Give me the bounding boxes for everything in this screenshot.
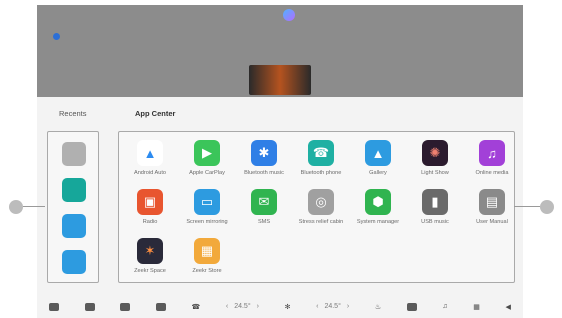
temp-increase-icon[interactable]: › (257, 303, 259, 310)
app-item[interactable]: ☎ Bluetooth phone (292, 140, 350, 177)
media-icon[interactable] (406, 302, 417, 311)
usb-icon: ▮ (422, 189, 448, 215)
app-item[interactable]: ✶ Zeekr Space (121, 238, 179, 275)
bluetooth-icon: ✱ (251, 140, 277, 166)
home-icon[interactable] (49, 302, 59, 311)
app-item[interactable]: ▦ Zeekr Store (178, 238, 236, 275)
app-center-sheet: Recents App Center ▲ Android Auto ▶ Apple C… (37, 97, 523, 318)
app-item[interactable]: ✱ Bluetooth music (235, 140, 293, 177)
app-label: Bluetooth music (244, 170, 284, 176)
zeekr-store-icon: ▦ (194, 238, 220, 264)
radio-icon: ▣ (137, 189, 163, 215)
app-item[interactable]: ✉ SMS (235, 189, 293, 226)
app-label: Apple CarPlay (189, 170, 225, 176)
app-label: Online media (475, 170, 509, 176)
app-item[interactable]: ▤ User Manual (463, 189, 521, 226)
apps-panel: ▲ Android Auto ▶ Apple CarPlay ✱ Bluetooth mu… (118, 131, 515, 283)
app-dot-icon (53, 33, 60, 40)
app-label: Android Auto (133, 170, 167, 176)
driver-temp-control[interactable]: ‹ 24.5° › (226, 303, 259, 310)
sub-left (53, 33, 63, 40)
recents-title: Recents (59, 109, 87, 118)
seat-icon[interactable] (120, 302, 131, 311)
infotainment-screen: Recents App Center ▲ Android Auto ▶ Apple C… (37, 5, 523, 318)
app-label: Bluetooth phone (300, 170, 342, 176)
apple-carplay-icon: ▶ (194, 140, 220, 166)
app-label: Light Show (421, 170, 449, 176)
gallery-icon[interactable] (62, 214, 86, 238)
screen-mirroring-icon: ▭ (194, 189, 220, 215)
app-label: Gallery (369, 170, 387, 176)
background-home-area (37, 5, 523, 97)
callout-line-right (514, 206, 540, 207)
app-grid-icon[interactable]: ▦ (473, 303, 480, 311)
app-label: USB music (421, 219, 449, 225)
temp-increase-icon[interactable]: › (347, 303, 349, 310)
callout-line-left (23, 206, 45, 207)
temp-decrease-icon[interactable]: ‹ (316, 303, 318, 310)
sms-icon: ✉ (251, 189, 277, 215)
recents-panel (47, 131, 99, 283)
bluetooth-phone-icon: ☎ (308, 140, 334, 166)
app-label: Screen mirroring (186, 219, 228, 225)
header-sub-row (53, 33, 507, 40)
app-label: Radio (142, 219, 158, 225)
app-item[interactable]: ▶ Apple CarPlay (178, 140, 236, 177)
phone-icon[interactable]: ☎ (192, 303, 201, 311)
app-label: Zeekr Store (192, 268, 222, 274)
fan-icon[interactable]: ✻ (285, 303, 291, 311)
app-item[interactable]: ♫ Online media (463, 140, 521, 177)
system-manager-icon: ⬢ (365, 189, 391, 215)
seat-heat-icon[interactable]: ♨ (375, 303, 381, 311)
app-item[interactable]: ▲ Gallery (349, 140, 407, 177)
music-note-icon: ♫ (479, 140, 505, 166)
driver-temp-value: 24.5° (234, 303, 251, 310)
app-label: Stress relief cabin (298, 219, 344, 225)
app-label: User Manual (476, 219, 508, 225)
passenger-temp-value: 24.5° (324, 303, 341, 310)
app-label: SMS (257, 219, 271, 225)
app-item[interactable]: ✺ Light Show (406, 140, 464, 177)
voice-assistant-icon[interactable] (283, 9, 295, 21)
app-item[interactable]: ▮ USB music (406, 189, 464, 226)
passenger-temp-control[interactable]: ‹ 24.5° › (316, 303, 349, 310)
bottom-dock: ☎ ‹ 24.5° › ✻ ‹ 24.5° › ♨ ♫ ▦ ◀ (37, 295, 523, 318)
callout-left (9, 200, 23, 214)
climate-icon[interactable] (155, 302, 166, 311)
app-label: System manager (356, 219, 400, 225)
circle-icon[interactable] (62, 142, 86, 166)
app-item[interactable]: ▲ Android Auto (121, 140, 179, 177)
app-item[interactable]: ▭ Screen mirroring (178, 189, 236, 226)
app-item[interactable]: ▣ Radio (121, 189, 179, 226)
app-item[interactable]: ◎ Stress relief cabin (292, 189, 350, 226)
android-auto-icon: ▲ (137, 140, 163, 166)
app-center-title: App Center (135, 109, 176, 118)
gallery-icon: ▲ (365, 140, 391, 166)
app-item[interactable]: ⬢ System manager (349, 189, 407, 226)
volume-icon[interactable]: ◀ (506, 303, 511, 311)
music-icon[interactable]: ♫ (442, 303, 447, 310)
callout-right (540, 200, 554, 214)
app-label: Zeekr Space (134, 268, 166, 274)
status-bar (37, 5, 523, 25)
screen-mirroring-icon[interactable] (62, 250, 86, 274)
zeekr-space-icon: ✶ (137, 238, 163, 264)
media-thumbnail (249, 65, 311, 95)
manual-icon: ▤ (479, 189, 505, 215)
temp-decrease-icon[interactable]: ‹ (226, 303, 228, 310)
phone-icon[interactable] (62, 178, 86, 202)
car-icon[interactable] (84, 302, 95, 311)
light-show-icon: ✺ (422, 140, 448, 166)
stress-relief-icon: ◎ (308, 189, 334, 215)
